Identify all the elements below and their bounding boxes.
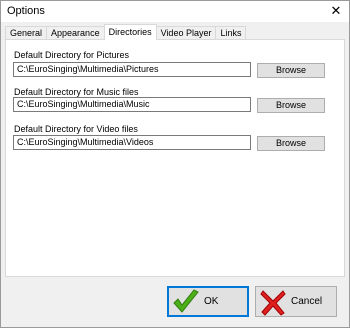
title-bar: Options ✕ bbox=[1, 1, 349, 22]
tab-links[interactable]: Links bbox=[215, 26, 247, 40]
tab-strip: General Appearance Directories Video Pla… bbox=[5, 24, 247, 40]
options-dialog: Options ✕ General Appearance Directories… bbox=[0, 0, 350, 328]
red-x-icon bbox=[260, 289, 286, 316]
cancel-button[interactable]: Cancel bbox=[255, 286, 337, 317]
music-dir-label: Default Directory for Music files bbox=[14, 87, 139, 97]
ok-button[interactable]: OK bbox=[167, 286, 249, 317]
browse-music-button[interactable]: Browse bbox=[257, 98, 325, 113]
directories-panel: Default Directory for Pictures C:\EuroSi… bbox=[5, 39, 345, 277]
ok-label: OK bbox=[204, 296, 219, 307]
pictures-dir-input[interactable]: C:\EuroSinging\Multimedia\Pictures bbox=[13, 62, 251, 77]
window-title: Options bbox=[7, 5, 45, 17]
browse-videos-button[interactable]: Browse bbox=[257, 136, 325, 151]
pictures-dir-label: Default Directory for Pictures bbox=[14, 50, 130, 60]
cancel-label: Cancel bbox=[291, 296, 323, 307]
browse-pictures-button[interactable]: Browse bbox=[257, 63, 325, 78]
green-checkmark-icon bbox=[173, 288, 199, 313]
tab-directories[interactable]: Directories bbox=[103, 24, 157, 40]
videos-dir-label: Default Directory for Video files bbox=[14, 124, 138, 134]
close-icon[interactable]: ✕ bbox=[323, 1, 349, 21]
tab-general[interactable]: General bbox=[5, 26, 48, 40]
tab-appearance[interactable]: Appearance bbox=[46, 26, 105, 40]
tab-video-player[interactable]: Video Player bbox=[155, 26, 217, 40]
videos-dir-input[interactable]: C:\EuroSinging\Multimedia\Videos bbox=[13, 135, 251, 150]
music-dir-input[interactable]: C:\EuroSinging\Multimedia\Music bbox=[13, 97, 251, 112]
